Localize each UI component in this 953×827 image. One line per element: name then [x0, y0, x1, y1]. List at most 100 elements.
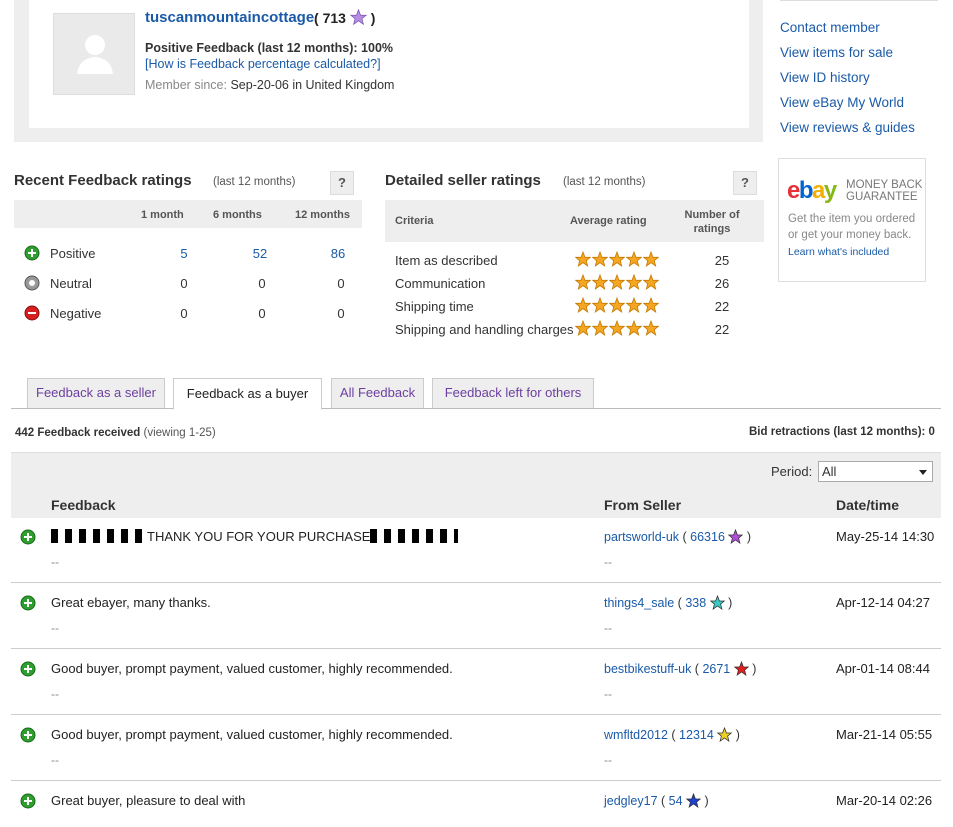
criteria-item-described: Item as described	[395, 253, 498, 268]
header-date-time: Date/time	[836, 497, 900, 513]
seller-star-icon	[716, 726, 733, 742]
seller-link[interactable]: things4_sale	[604, 596, 674, 610]
guarantee-title: MONEY BACK GUARANTEE	[846, 179, 923, 203]
seller-score-link[interactable]: 2671	[702, 662, 730, 676]
tab-feedback-left-for-others[interactable]: Feedback left for others	[432, 378, 594, 409]
criteria-communication: Communication	[395, 276, 486, 291]
feedback-score[interactable]: ( 713 )	[314, 8, 375, 26]
view-id-history-link[interactable]: View ID history	[780, 70, 915, 95]
criteria-shipping-time: Shipping time	[395, 299, 474, 314]
star-icon	[574, 319, 592, 336]
feedback-item-placeholder: --	[51, 687, 59, 701]
seller-item-placeholder: --	[604, 555, 612, 569]
feedback-item-placeholder: --	[51, 621, 59, 635]
positive-icon	[20, 793, 36, 809]
seller-item-placeholder: --	[604, 687, 612, 701]
positive-icon	[20, 529, 36, 545]
seller-info: partsworld-uk ( 66316 )	[604, 528, 752, 544]
seller-item-placeholder: --	[604, 621, 612, 635]
tab-feedback-as-buyer[interactable]: Feedback as a buyer	[173, 378, 322, 410]
negative-12-months: 0	[337, 306, 345, 321]
seller-score-link[interactable]: 54	[669, 794, 683, 808]
seller-link[interactable]: wmfltd2012	[604, 728, 668, 742]
money-back-guarantee[interactable]: ebay MONEY BACK GUARANTEE Get the item yo…	[778, 158, 926, 282]
seller-star-icon	[709, 594, 726, 610]
seller-item-placeholder: --	[604, 753, 612, 767]
star-icon	[642, 273, 660, 290]
bid-retractions: Bid retractions (last 12 months): 0	[749, 426, 935, 438]
recent-ratings-help-button[interactable]: ?	[330, 171, 354, 195]
view-my-world-link[interactable]: View eBay My World	[780, 95, 915, 120]
seller-score-link[interactable]: 12314	[679, 728, 714, 742]
positive-6-months[interactable]: 52	[240, 246, 280, 261]
tab-divider	[11, 408, 941, 409]
tab-feedback-as-seller[interactable]: Feedback as a seller	[27, 378, 165, 409]
seller-info: wmfltd2012 ( 12314 )	[604, 726, 740, 742]
col-1-month: 1 month	[141, 209, 184, 221]
member-since: Member since: Sep-20-06 in United Kingdo…	[145, 78, 394, 92]
seller-link[interactable]: partsworld-uk	[604, 530, 679, 544]
member-since-label: Member since:	[145, 78, 227, 92]
purple-star-icon	[349, 8, 367, 26]
row-divider	[11, 582, 941, 583]
row-divider	[11, 648, 941, 649]
score-value: 713	[322, 10, 346, 26]
side-divider	[780, 0, 938, 1]
positive-1-month[interactable]: 5	[164, 246, 204, 261]
member-links: Contact member View items for sale View …	[780, 20, 915, 145]
feedback-comment: Good buyer, prompt payment, valued custo…	[51, 727, 453, 742]
star-icon	[642, 296, 660, 313]
feedback-comment: THANK YOU FOR YOUR PURCHASE	[51, 529, 459, 544]
period-select[interactable]: All	[818, 461, 933, 482]
username-link[interactable]: tuscanmountaincottage	[145, 9, 314, 26]
contact-member-link[interactable]: Contact member	[780, 20, 915, 45]
negative-label: Negative	[50, 306, 102, 321]
feedback-item-placeholder: --	[51, 555, 59, 569]
positive-12-months[interactable]: 86	[318, 246, 358, 261]
feedback-comment: Great buyer, pleasure to deal with	[51, 793, 246, 808]
seller-link[interactable]: bestbikestuff-uk	[604, 662, 691, 676]
detailed-ratings-help-button[interactable]: ?	[733, 171, 757, 195]
count-shipping-charges: 22	[714, 322, 730, 337]
seller-link[interactable]: jedgley17	[604, 794, 658, 808]
neutral-label: Neutral	[50, 276, 92, 291]
count-item-described: 25	[714, 253, 730, 268]
how-percentage-link[interactable]: [How is Feedback percentage calculated?]	[145, 57, 381, 71]
recent-ratings-title: Recent Feedback ratings	[14, 172, 192, 189]
seller-score-link[interactable]: 338	[685, 596, 706, 610]
view-items-link[interactable]: View items for sale	[780, 45, 915, 70]
seller-star-icon	[733, 660, 750, 676]
feedback-received-count: 442 Feedback received (viewing 1-25)	[15, 427, 216, 439]
count-communication: 26	[714, 276, 730, 291]
feedback-list-header	[11, 490, 941, 518]
col-average-rating: Average rating	[570, 215, 647, 227]
avatar-placeholder-icon	[77, 35, 113, 74]
ebay-logo: ebay	[787, 177, 837, 204]
star-icon	[608, 296, 626, 313]
positive-icon	[24, 245, 40, 261]
seller-info: things4_sale ( 338 )	[604, 594, 733, 610]
star-icon	[591, 296, 609, 313]
star-icon	[591, 319, 609, 336]
tab-all-feedback[interactable]: All Feedback	[331, 378, 424, 409]
star-icon	[608, 273, 626, 290]
guarantee-text: Get the item you ordered or get your mon…	[788, 213, 916, 241]
negative-icon	[24, 305, 40, 321]
recent-ratings-subtitle: (last 12 months)	[213, 176, 296, 188]
negative-1-month: 0	[180, 306, 188, 321]
row-divider	[11, 714, 941, 715]
view-reviews-link[interactable]: View reviews & guides	[780, 120, 915, 145]
feedback-date: Mar-20-14 02:26	[836, 793, 933, 808]
learn-more-link[interactable]: Learn what's included	[788, 246, 889, 258]
star-icon	[591, 250, 609, 267]
positive-feedback-percent: Positive Feedback (last 12 months): 100%	[145, 41, 394, 55]
star-icon	[625, 319, 643, 336]
rating-stars	[574, 273, 660, 290]
col-12-months: 12 months	[295, 209, 351, 221]
seller-score-link[interactable]: 66316	[690, 530, 725, 544]
rating-stars	[574, 319, 660, 336]
star-icon	[608, 319, 626, 336]
neutral-icon	[24, 275, 40, 291]
star-icon	[642, 250, 660, 267]
star-icon	[642, 319, 660, 336]
